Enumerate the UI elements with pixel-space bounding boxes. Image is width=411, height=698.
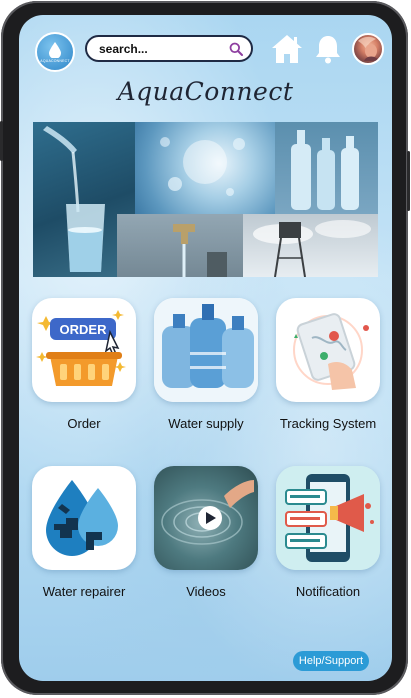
search-bar[interactable]	[85, 35, 253, 62]
bell-icon[interactable]	[314, 34, 342, 64]
water-bottles-image	[275, 122, 378, 214]
order-label: Order	[67, 416, 101, 431]
notification-label: Notification	[295, 584, 361, 599]
home-icon[interactable]	[271, 34, 303, 64]
water-supply-tile[interactable]	[154, 298, 258, 402]
search-input[interactable]	[97, 40, 229, 57]
map-tracking-icon	[293, 313, 369, 390]
phone-frame: AQUACONNECT A	[0, 1, 410, 695]
help-support-button[interactable]: Help/Support	[293, 651, 369, 671]
video-thumbnail	[161, 480, 254, 545]
water-supply-label: Water supply	[168, 416, 244, 431]
videos-label: Videos	[186, 584, 226, 599]
water-tower-image	[243, 214, 378, 277]
logo-text: AQUACONNECT	[40, 58, 70, 63]
tracking-system-item[interactable]: Tracking System	[275, 298, 381, 431]
water-repairer-tile[interactable]	[32, 466, 136, 570]
order-basket-icon: ORDER	[36, 310, 126, 386]
water-splash-image	[135, 122, 275, 214]
banner-collage	[33, 122, 378, 277]
plumbing-drop-icon	[46, 480, 118, 556]
notification-item[interactable]: Notification	[275, 466, 381, 599]
app-logo[interactable]: AQUACONNECT	[35, 32, 75, 72]
avatar[interactable]	[352, 33, 384, 65]
water-drop-icon	[49, 41, 61, 58]
order-item[interactable]: ORDER Order	[31, 298, 137, 431]
water-tap-image	[117, 214, 243, 277]
megaphone-notification-icon	[276, 466, 380, 570]
profile-photo	[358, 36, 379, 61]
videos-item[interactable]: Videos	[153, 466, 259, 599]
water-jugs-icon	[154, 298, 258, 402]
tracking-system-label: Tracking System	[279, 416, 377, 431]
app-title: AquaConnect	[117, 77, 294, 106]
volume-button	[0, 121, 3, 161]
app-screen: AQUACONNECT A	[19, 15, 392, 681]
search-icon[interactable]	[229, 42, 243, 56]
notification-tile[interactable]	[276, 466, 380, 570]
power-button	[407, 151, 410, 211]
order-badge-text: ORDER	[60, 322, 108, 337]
water-repairer-label: Water repairer	[42, 584, 126, 599]
water-repairer-item[interactable]: Water repairer	[31, 466, 137, 599]
tracking-system-tile[interactable]	[276, 298, 380, 402]
order-tile[interactable]: ORDER	[32, 298, 136, 402]
water-supply-item[interactable]: Water supply	[153, 298, 259, 431]
videos-tile[interactable]	[154, 466, 258, 570]
